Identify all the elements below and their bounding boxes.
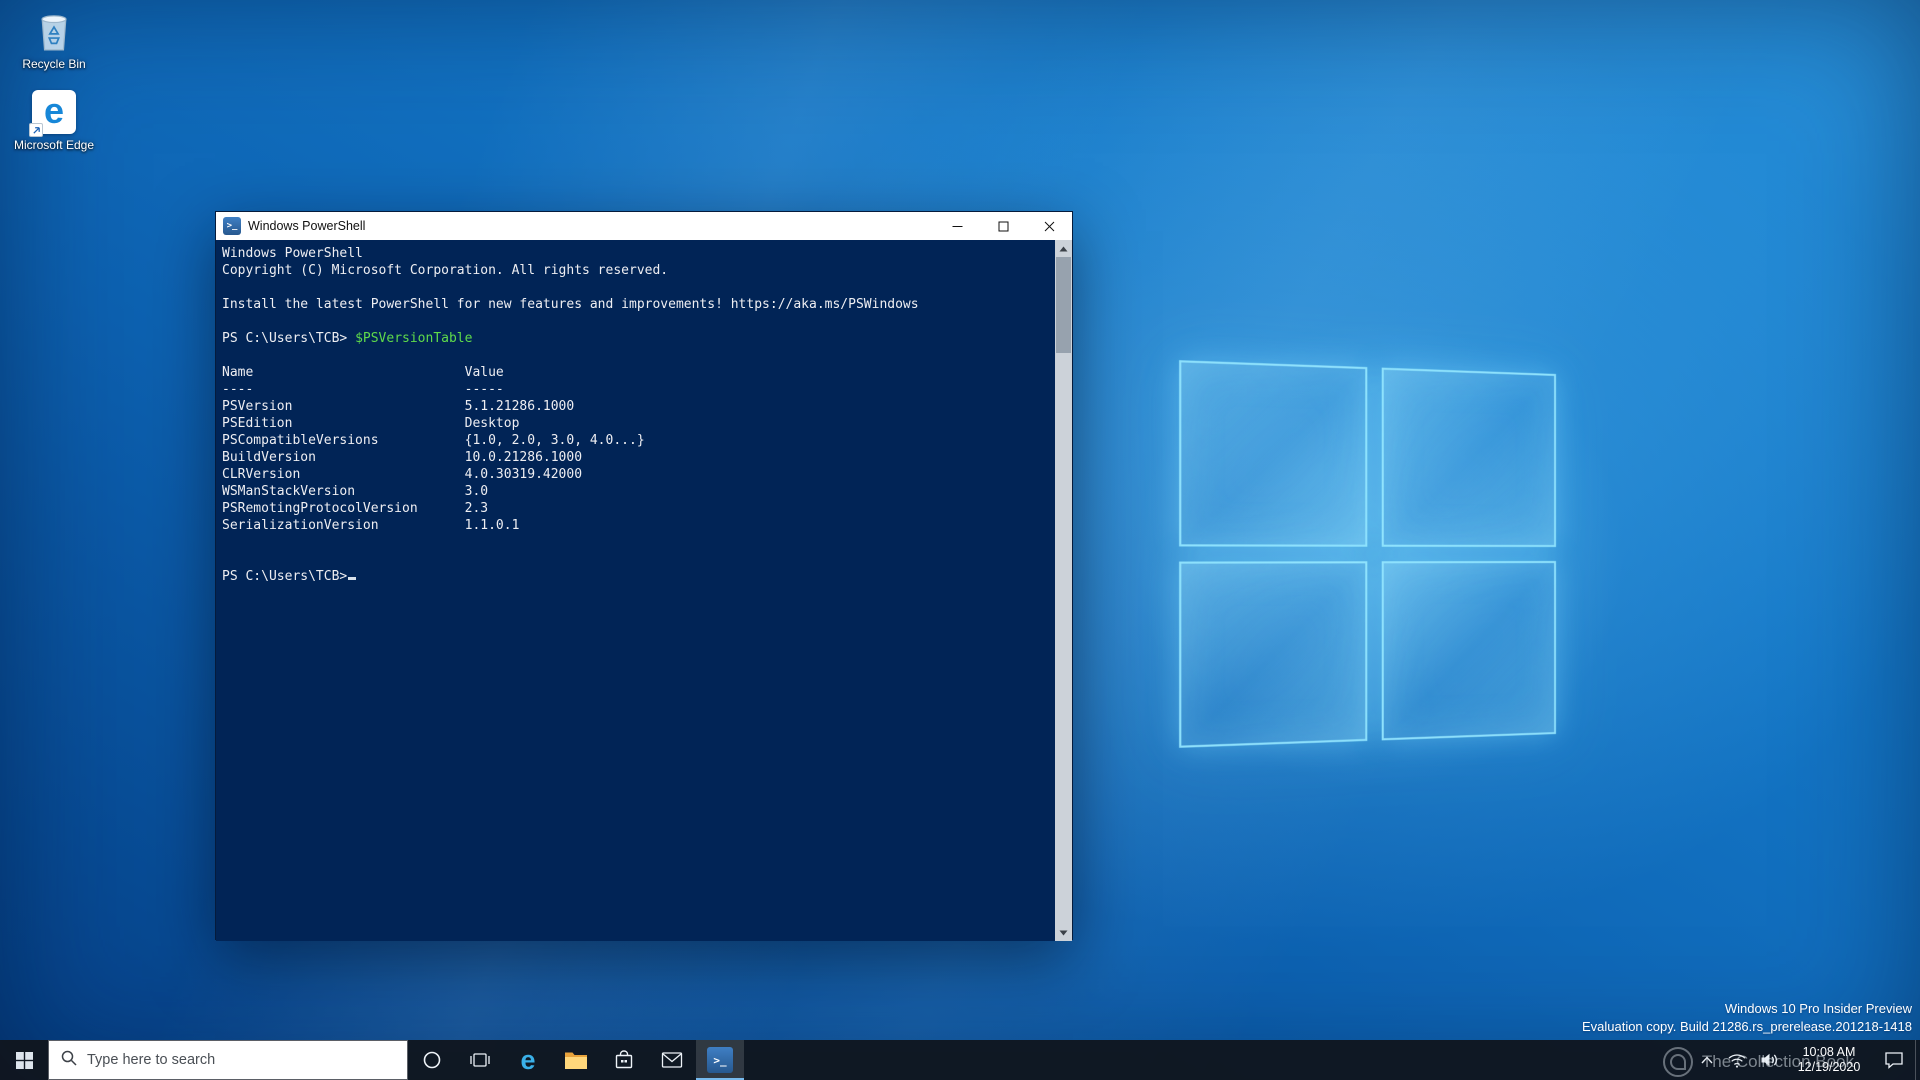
search-icon [61, 1050, 77, 1071]
taskbar-search[interactable] [48, 1040, 408, 1080]
edge-e-glyph: e [43, 89, 65, 131]
desktop-icon-area: Recycle Bin e Microsoft Edge [10, 8, 98, 152]
build-line-1: Windows 10 Pro Insider Preview [1724, 1001, 1912, 1016]
scroll-down-icon[interactable] [1055, 924, 1072, 941]
console-line: Install the latest PowerShell for new fe… [222, 297, 919, 312]
titlebar[interactable]: >_ Windows PowerShell [216, 212, 1072, 240]
close-button[interactable] [1026, 212, 1072, 240]
taskbar-mail-icon[interactable] [648, 1040, 696, 1080]
windows-logo [1179, 360, 1556, 748]
cortana-button[interactable] [408, 1040, 456, 1080]
console-line: BuildVersion 10.0.21286.1000 [222, 450, 583, 465]
console-line: ---- ----- [222, 382, 504, 397]
tray-date: 12/19/2020 [1797, 1060, 1861, 1074]
window-controls [934, 212, 1072, 240]
windows-logo-pane [1179, 561, 1368, 748]
screen: Recycle Bin e Microsoft Edge >_ Windows … [0, 0, 1920, 1080]
windows-logo-pane [1381, 561, 1556, 741]
console-command-line: PS C:\Users\TCB> $PSVersionTable [222, 330, 1052, 347]
wifi-icon [1728, 1054, 1746, 1068]
powershell-window: >_ Windows PowerShell Windows PowerShell… [215, 211, 1073, 941]
build-watermark: Windows 10 Pro Insider Preview Evaluatio… [1582, 1000, 1912, 1036]
prompt-text: PS C:\Users\TCB> [222, 331, 356, 346]
recycle-bin-icon [31, 8, 77, 54]
show-desktop-button[interactable] [1915, 1040, 1920, 1080]
action-center-icon [1885, 1052, 1903, 1069]
console-line: PSCompatibleVersions {1.0, 2.0, 3.0, 4.0… [222, 433, 645, 448]
scrollbar-thumb[interactable] [1056, 257, 1071, 353]
tray-time: 10:08 AM [1802, 1045, 1856, 1059]
task-view-button[interactable] [456, 1040, 504, 1080]
typed-command: $PSVersionTable [355, 331, 473, 346]
network-button[interactable] [1721, 1040, 1753, 1080]
console-prompt-line: PS C:\Users\TCB> [222, 568, 1052, 585]
windows-logo-pane [1381, 367, 1556, 547]
mail-envelope-icon [661, 1052, 683, 1068]
system-tray: 10:08 AM 12/19/2020 [1693, 1040, 1920, 1080]
search-input[interactable] [87, 1052, 367, 1068]
console-scrollbar[interactable] [1055, 240, 1072, 941]
console-line: Windows PowerShell [222, 246, 363, 261]
windows-logo-pane [1179, 360, 1368, 547]
speaker-icon [1761, 1053, 1777, 1067]
console-line: PSRemotingProtocolVersion 2.3 [222, 501, 489, 516]
console-line: PSVersion 5.1.21286.1000 [222, 399, 575, 414]
taskbar-store-icon[interactable] [600, 1040, 648, 1080]
build-line-2: Evaluation copy. Build 21286.rs_prerelea… [1581, 1019, 1912, 1034]
minimize-button[interactable] [934, 212, 980, 240]
window-title: Windows PowerShell [248, 219, 366, 233]
console[interactable]: Windows PowerShell Copyright (C) Microso… [216, 240, 1072, 941]
prompt-text: PS C:\Users\TCB> [222, 569, 348, 584]
console-line: Copyright (C) Microsoft Corporation. All… [222, 263, 669, 278]
console-line: SerializationVersion 1.1.0.1 [222, 518, 520, 533]
tray-clock[interactable]: 10:08 AM 12/19/2020 [1785, 1045, 1873, 1075]
scroll-up-icon[interactable] [1055, 240, 1072, 257]
recycle-bin-shortcut[interactable]: Recycle Bin [10, 8, 98, 71]
microsoft-edge-shortcut[interactable]: e Microsoft Edge [10, 89, 98, 152]
taskbar: e >_ [0, 1040, 1920, 1080]
taskbar-edge-icon[interactable]: e [504, 1040, 552, 1080]
store-bag-icon [615, 1050, 633, 1069]
folder-icon [565, 1052, 587, 1069]
console-line: CLRVersion 4.0.30319.42000 [222, 467, 583, 482]
hidden-icons-button[interactable] [1693, 1040, 1721, 1080]
recycle-bin-label: Recycle Bin [22, 57, 86, 71]
powershell-icon: >_ [707, 1047, 733, 1073]
volume-button[interactable] [1753, 1040, 1785, 1080]
maximize-button[interactable] [980, 212, 1026, 240]
start-button[interactable] [0, 1040, 48, 1080]
console-line: PSEdition Desktop [222, 416, 520, 431]
microsoft-edge-icon: e [29, 89, 77, 137]
action-center-button[interactable] [1873, 1040, 1915, 1080]
text-cursor [348, 577, 357, 580]
taskbar-file-explorer-icon[interactable] [552, 1040, 600, 1080]
console-output: Windows PowerShell Copyright (C) Microso… [222, 245, 1052, 585]
console-line: Name Value [222, 365, 504, 380]
powershell-window-icon: >_ [223, 217, 241, 235]
shortcut-arrow-icon [29, 123, 43, 137]
edge-icon: e [520, 1044, 536, 1075]
console-line: WSManStackVersion 3.0 [222, 484, 489, 499]
chevron-up-icon [1701, 1056, 1713, 1064]
taskbar-powershell-icon[interactable]: >_ [696, 1040, 744, 1080]
microsoft-edge-label: Microsoft Edge [13, 138, 95, 152]
